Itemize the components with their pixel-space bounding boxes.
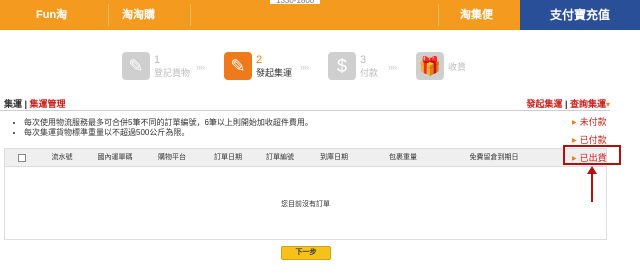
status-unpaid[interactable]: ▶ 未付款 xyxy=(572,115,607,128)
step-number: 1 xyxy=(154,54,161,66)
table-header: 流水號 國內運單碼 購物平台 訂單日期 訂單編號 到庫日期 包裹重量 免費留倉到… xyxy=(5,149,606,167)
column-header: 訂單日期 xyxy=(214,154,242,161)
step-label: 登記貨物 xyxy=(154,68,191,78)
step-label: 收貨 xyxy=(448,62,467,72)
edit-document-icon: ✎ xyxy=(224,52,252,80)
notice-item: 每次使用物流服務最多可合併5筆不同的訂單編號，6筆以上則開始加收超件費用。 xyxy=(24,118,313,128)
column-header: 流水號 xyxy=(51,154,73,161)
annotation-highlight-box xyxy=(563,145,621,165)
section-title: 集運 xyxy=(4,99,23,109)
step-number: 3 xyxy=(360,54,367,66)
empty-state-message: 您目前沒有訂單 xyxy=(281,201,330,208)
nav-divider xyxy=(438,4,439,26)
column-header: 到庫日期 xyxy=(320,154,348,161)
nav-logo[interactable]: Fun淘 xyxy=(36,0,67,30)
step-label: 發起集運 xyxy=(256,68,293,78)
nav-item-taojibian[interactable]: 淘集便 xyxy=(460,0,493,30)
column-header: 免費留倉到期日 xyxy=(469,154,519,161)
initiate-shipping-link[interactable]: 發起集運 xyxy=(526,99,562,109)
column-header: 訂單編號 xyxy=(266,154,294,161)
edit-document-icon: ✎ xyxy=(122,52,150,80)
section-links: 發起集運 | 查詢集運▾ xyxy=(526,97,610,110)
column-header: 購物平台 xyxy=(158,154,186,161)
nav-divider xyxy=(108,4,109,26)
section-subtitle: 集運管理 xyxy=(29,99,66,109)
divider xyxy=(0,110,610,111)
annotation-arrow-line xyxy=(591,172,593,202)
chevron-right-icon: »» xyxy=(196,62,205,72)
notice-list: 每次使用物流服務最多可合併5筆不同的訂單編號，6筆以上則開始加收超件費用。 每次… xyxy=(24,118,313,138)
dollar-icon: $ xyxy=(328,52,356,80)
status-label: 已付款 xyxy=(579,135,607,145)
query-shipping-link[interactable]: 查詢集運 xyxy=(570,99,606,109)
title-separator: | xyxy=(22,99,30,109)
nav-divider xyxy=(190,4,191,26)
notice-item: 每次集運貨物標準重量以不超過500公斤為限。 xyxy=(24,128,313,138)
nav-item-taotaogou[interactable]: 淘淘購 xyxy=(122,0,155,30)
status-label: 未付款 xyxy=(579,117,607,127)
hotline-number: 1330-1800 xyxy=(270,0,321,4)
triangle-right-icon: ▶ xyxy=(572,138,577,144)
chevron-right-icon: »» xyxy=(300,62,309,72)
caret-down-icon[interactable]: ▾ xyxy=(606,100,610,109)
page-title: 集運 | 集運管理 xyxy=(4,97,66,110)
link-separator: | xyxy=(562,99,570,109)
gift-icon: 🎁 xyxy=(416,52,444,80)
top-nav-bar: Fun淘 淘淘購 1330-1800 淘集便 支付寶充值 xyxy=(0,0,640,30)
alipay-topup-button[interactable]: 支付寶充值 xyxy=(520,0,640,30)
orders-table: 流水號 國內運單碼 購物平台 訂單日期 訂單編號 到庫日期 包裹重量 免費留倉到… xyxy=(4,148,607,240)
step-number: 2 xyxy=(256,54,263,66)
select-all-checkbox[interactable] xyxy=(18,154,26,162)
column-header: 包裹重量 xyxy=(389,154,417,161)
chevron-right-icon: »» xyxy=(388,62,397,72)
column-header: 國內運單碼 xyxy=(97,154,133,161)
step-label: 付款 xyxy=(360,68,379,78)
triangle-right-icon: ▶ xyxy=(572,120,577,126)
next-step-button[interactable]: 下一步 xyxy=(281,246,331,260)
